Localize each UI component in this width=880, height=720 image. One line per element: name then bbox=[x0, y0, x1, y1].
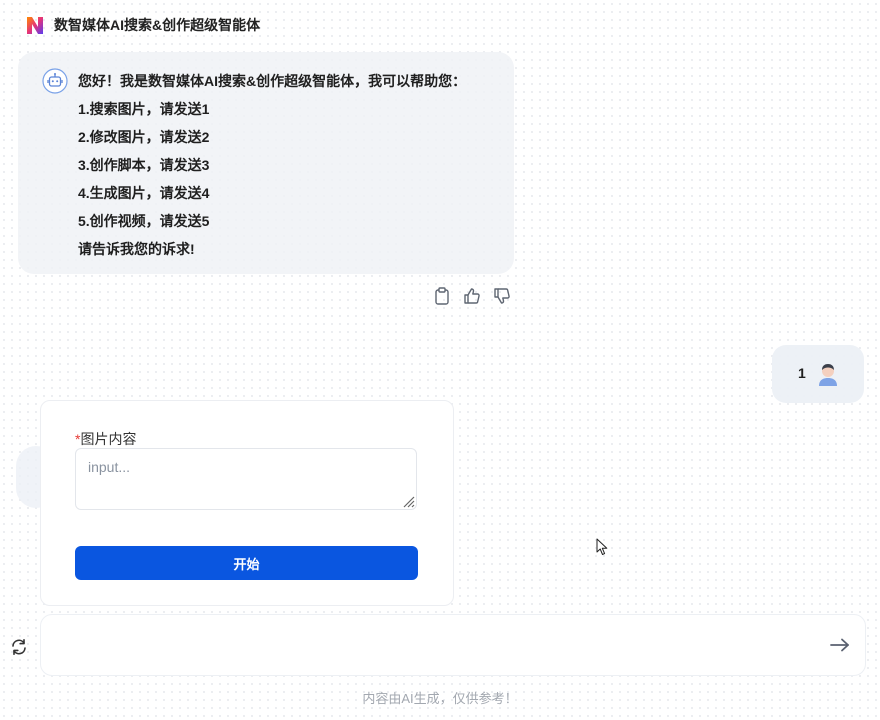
bot-option-line: 4.生成图片，请发送4 bbox=[78, 185, 210, 201]
arrow-right-icon bbox=[830, 638, 849, 652]
start-button[interactable]: 开始 bbox=[75, 546, 418, 580]
bot-greeting-line: 您好！我是数智媒体AI搜索&创作超级智能体，我可以帮助您： bbox=[78, 73, 467, 89]
bot-closing-line: 请告诉我您的诉求! bbox=[78, 241, 195, 257]
send-button[interactable] bbox=[829, 635, 851, 655]
refresh-icon[interactable] bbox=[10, 638, 28, 656]
bot-message-text: 您好！我是数智媒体AI搜索&创作超级智能体，我可以帮助您： 1.搜索图片，请发送… bbox=[78, 70, 498, 266]
chat-input[interactable] bbox=[55, 615, 819, 675]
user-message-text: 1 bbox=[798, 365, 806, 381]
copy-button[interactable] bbox=[432, 286, 452, 306]
app-title: 数智媒体AI搜索&创作超级智能体 bbox=[54, 17, 261, 33]
app-logo-icon bbox=[27, 17, 43, 34]
dislike-button[interactable] bbox=[492, 286, 512, 306]
bot-option-line: 2.修改图片，请发送2 bbox=[78, 129, 210, 145]
mouse-cursor-icon bbox=[596, 538, 608, 555]
like-button[interactable] bbox=[462, 286, 482, 306]
chat-input-bar bbox=[40, 614, 866, 676]
thumbs-up-icon bbox=[464, 288, 480, 304]
image-content-label: *图片内容 bbox=[75, 429, 136, 449]
app-header: 数智媒体AI搜索&创作超级智能体 bbox=[24, 12, 260, 38]
thumbs-down-icon bbox=[494, 288, 510, 304]
robot-icon bbox=[42, 68, 68, 94]
bot-message-bubble: 您好！我是数智媒体AI搜索&创作超级智能体，我可以帮助您： 1.搜索图片，请发送… bbox=[18, 52, 514, 274]
bot-option-line: 5.创作视频，请发送5 bbox=[78, 213, 210, 229]
image-content-input[interactable] bbox=[75, 448, 417, 510]
bot-option-line: 1.搜索图片，请发送1 bbox=[78, 101, 210, 117]
message-actions bbox=[432, 286, 512, 306]
image-content-form: *图片内容 开始 bbox=[40, 400, 454, 606]
bot-option-line: 3.创作脚本，请发送3 bbox=[78, 157, 210, 173]
clipboard-icon bbox=[435, 287, 449, 305]
resize-handle-icon[interactable] bbox=[401, 494, 415, 508]
user-message-bubble: 1 bbox=[772, 345, 864, 403]
user-avatar-icon bbox=[819, 364, 837, 386]
image-content-label-text: 图片内容 bbox=[80, 431, 137, 447]
ai-disclaimer: 内容由AI生成，仅供参考！ bbox=[362, 691, 518, 706]
